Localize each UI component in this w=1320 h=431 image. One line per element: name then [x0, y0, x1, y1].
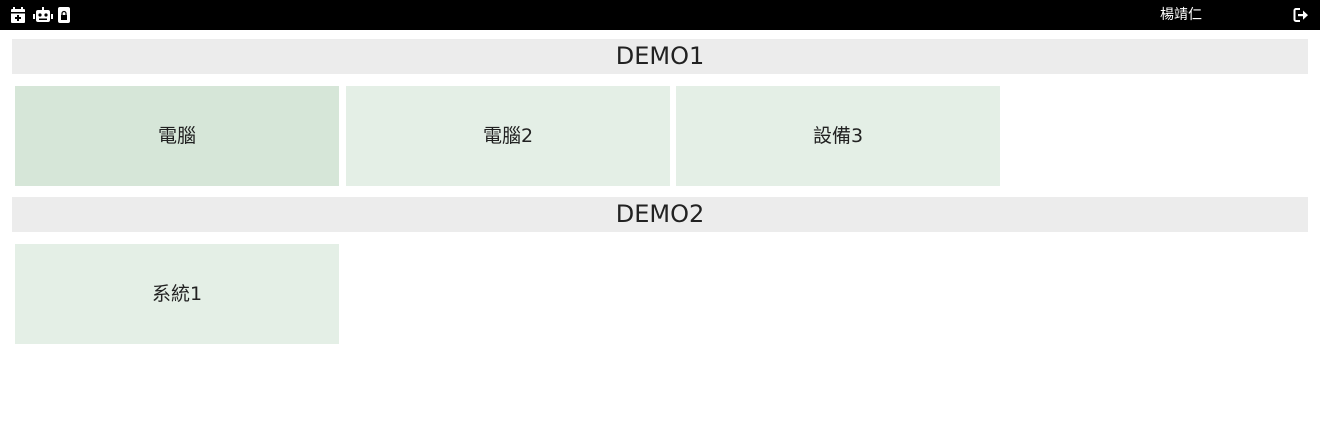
tile-computer[interactable]: 電腦 — [15, 86, 339, 186]
section-header-demo1: DEMO1 — [12, 39, 1308, 74]
robot-icon[interactable] — [33, 7, 53, 23]
mobile-lock-icon[interactable] — [58, 7, 70, 23]
section-header-demo2: DEMO2 — [12, 197, 1308, 232]
username: 楊靖仁 — [1160, 7, 1202, 23]
calendar-add-icon[interactable] — [10, 7, 26, 23]
top-navbar: 楊靖仁 — [0, 0, 1320, 30]
tile-system-1[interactable]: 系統1 — [15, 244, 339, 344]
logout-icon[interactable] — [1293, 7, 1309, 23]
tile-computer-2[interactable]: 電腦2 — [346, 86, 670, 186]
tile-device-3[interactable]: 設備3 — [676, 86, 1000, 186]
